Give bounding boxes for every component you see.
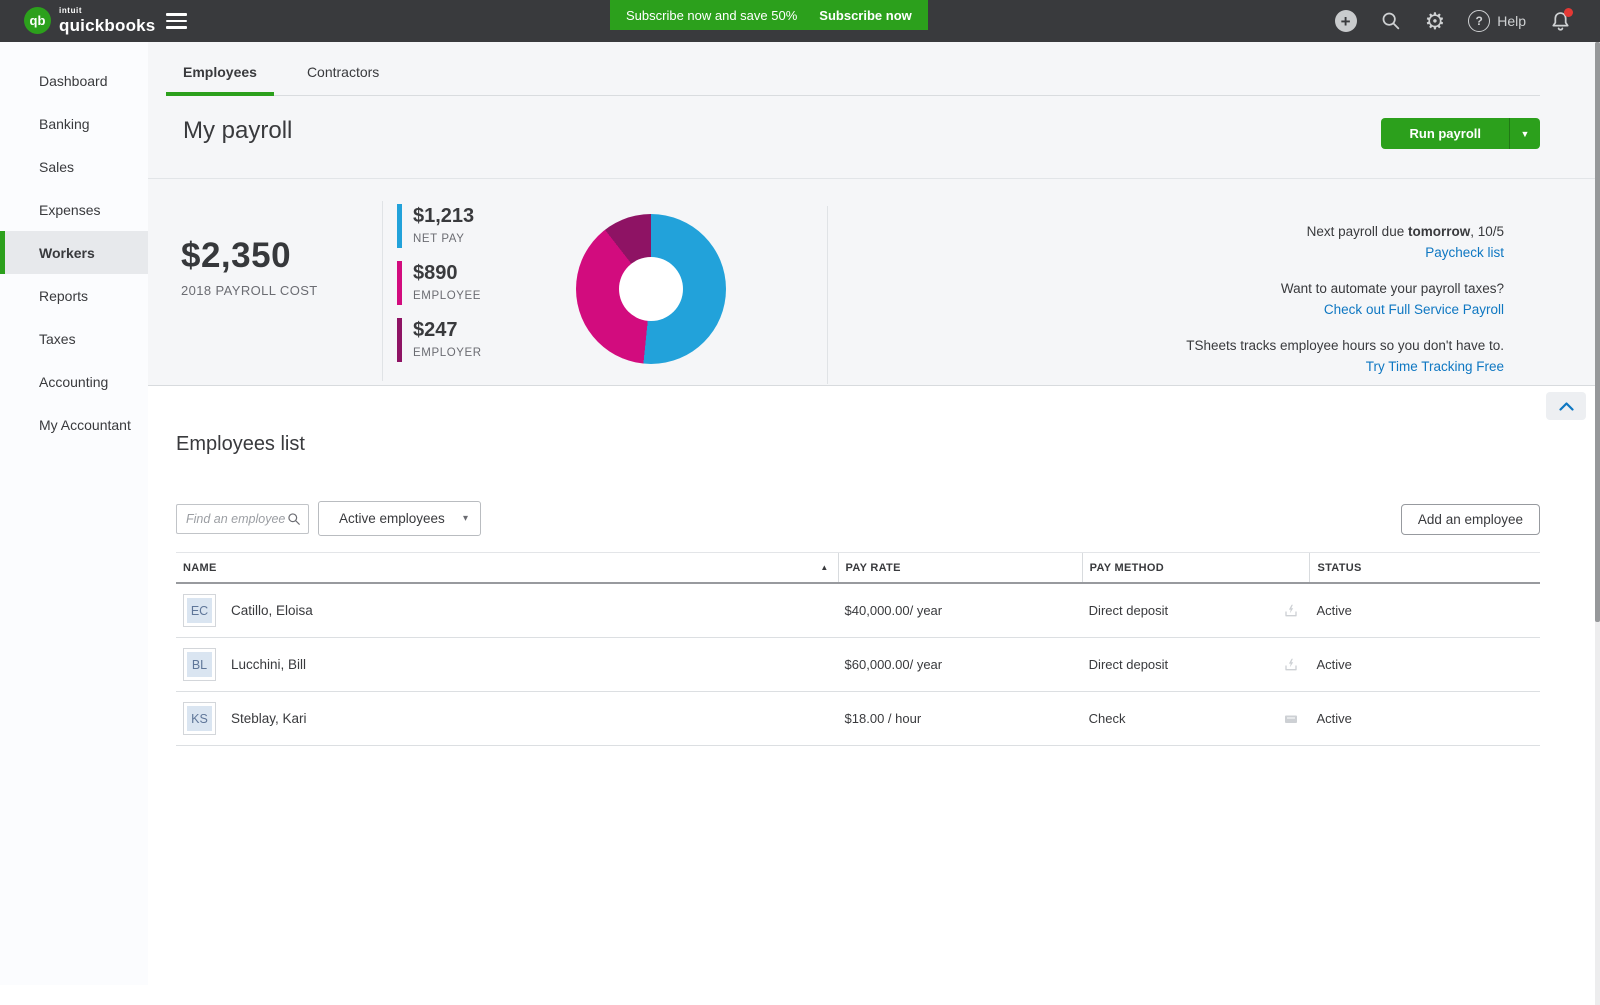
chevron-up-icon	[1559, 402, 1574, 411]
search-icon	[287, 512, 301, 526]
main-content: Employees Contractors My payroll Run payr…	[148, 42, 1600, 1005]
collapse-panel-button[interactable]	[1546, 392, 1586, 420]
pay-rate: $60,000.00/ year	[838, 657, 1082, 672]
help-button[interactable]: ? Help	[1468, 10, 1526, 32]
payroll-legend: $1,213 NET PAY $890 EMPLOYEE $247 EMPLOY…	[397, 204, 482, 375]
notice-link[interactable]: Try Time Tracking Free	[1186, 356, 1504, 377]
qb-logo-icon: qb	[24, 7, 51, 34]
sidebar-item-taxes[interactable]: Taxes	[0, 317, 148, 360]
sort-asc-icon[interactable]: ▲	[820, 563, 828, 572]
run-payroll-button[interactable]: Run payroll ▼	[1381, 118, 1540, 149]
column-header-name[interactable]: NAME ▲	[176, 553, 838, 582]
sidebar-item-accounting[interactable]: Accounting	[0, 360, 148, 403]
payroll-donut-chart	[576, 214, 726, 364]
payroll-summary: $2,350 2018 PAYROLL COST $1,213 NET PAY …	[148, 179, 1600, 385]
hamburger-menu-icon[interactable]	[166, 13, 187, 29]
payroll-total-amount: $2,350	[181, 236, 318, 276]
notice-link[interactable]: Paycheck list	[1186, 242, 1504, 263]
tab-employees[interactable]: Employees	[166, 64, 274, 95]
notice: TSheets tracks employee hours so you don…	[1186, 335, 1504, 377]
workers-tabs: Employees Contractors	[166, 42, 1540, 96]
quickbooks-wordmark: quickbooks	[59, 17, 155, 34]
notification-dot	[1564, 8, 1573, 17]
page-title: My payroll	[183, 117, 292, 145]
direct-deposit-icon	[1283, 657, 1299, 673]
summary-divider-right	[827, 206, 828, 384]
employee-name[interactable]: Catillo, Eloisa	[231, 603, 313, 618]
pay-rate: $18.00 / hour	[838, 711, 1082, 726]
direct-deposit-icon	[1283, 603, 1299, 619]
avatar: BL	[183, 648, 216, 681]
pay-rate: $40,000.00/ year	[838, 603, 1082, 618]
pay-method: Direct deposit	[1082, 603, 1310, 618]
subscribe-banner-text: Subscribe now and save 50%	[626, 8, 797, 23]
status-value: Active	[1309, 711, 1540, 726]
notice-link[interactable]: Check out Full Service Payroll	[1186, 299, 1504, 320]
sidebar-item-banking[interactable]: Banking	[0, 102, 148, 145]
check-icon	[1283, 711, 1299, 727]
avatar: KS	[183, 702, 216, 735]
employees-list-section: Employees list Active employees ▾ Add an…	[148, 385, 1600, 1005]
intuit-wordmark: intuit	[59, 7, 155, 15]
sidebar-item-workers[interactable]: Workers	[0, 231, 148, 274]
subscribe-now-button[interactable]: Subscribe now	[819, 8, 911, 23]
pay-method: Direct deposit	[1082, 657, 1310, 672]
tab-contractors[interactable]: Contractors	[290, 64, 396, 95]
employee-name[interactable]: Steblay, Kari	[231, 711, 307, 726]
table-header: NAME ▲ PAY RATE PAY METHOD STATUS	[176, 552, 1540, 584]
sidebar-item-reports[interactable]: Reports	[0, 274, 148, 317]
notice: Next payroll due tomorrow, 10/5 Paycheck…	[1186, 221, 1504, 263]
employee-name[interactable]: Lucchini, Bill	[231, 657, 306, 672]
legend-item: $247 EMPLOYER	[397, 318, 482, 362]
sidebar-item-my-accountant[interactable]: My Accountant	[0, 403, 148, 446]
column-header-pay-rate[interactable]: PAY RATE	[838, 553, 1082, 582]
run-payroll-dropdown-icon[interactable]: ▼	[1509, 118, 1540, 149]
summary-divider-left	[382, 201, 383, 381]
avatar: EC	[183, 594, 216, 627]
table-row[interactable]: EC Catillo, Eloisa $40,000.00/ year Dire…	[176, 584, 1540, 638]
payroll-total-label: 2018 PAYROLL COST	[181, 283, 318, 298]
status-value: Active	[1309, 603, 1540, 618]
donut-hole	[619, 257, 683, 321]
legend-item: $890 EMPLOYEE	[397, 261, 482, 305]
page-header: My payroll Run payroll ▼	[148, 96, 1600, 178]
sidebar-item-dashboard[interactable]: Dashboard	[0, 59, 148, 102]
employees-list-title: Employees list	[176, 433, 305, 456]
help-question-icon: ?	[1468, 10, 1490, 32]
table-row[interactable]: BL Lucchini, Bill $60,000.00/ year Direc…	[176, 638, 1540, 692]
notifications-bell-icon[interactable]	[1549, 10, 1572, 33]
employees-table: NAME ▲ PAY RATE PAY METHOD STATUS EC Cat…	[176, 552, 1540, 746]
payroll-total: $2,350 2018 PAYROLL COST	[181, 236, 318, 298]
status-value: Active	[1309, 657, 1540, 672]
notice: Want to automate your payroll taxes? Che…	[1186, 278, 1504, 320]
payroll-notices: Next payroll due tomorrow, 10/5 Paycheck…	[1186, 221, 1504, 392]
column-header-status[interactable]: STATUS	[1309, 553, 1540, 582]
create-plus-icon[interactable]: +	[1335, 10, 1357, 32]
sidebar-item-sales[interactable]: Sales	[0, 145, 148, 188]
pay-method: Check	[1082, 711, 1310, 726]
employee-filter-dropdown[interactable]: Active employees ▾	[318, 501, 481, 536]
legend-item: $1,213 NET PAY	[397, 204, 482, 248]
add-employee-button[interactable]: Add an employee	[1401, 504, 1540, 535]
employee-search	[176, 504, 309, 534]
sidebar-item-expenses[interactable]: Expenses	[0, 188, 148, 231]
table-row[interactable]: KS Steblay, Kari $18.00 / hour Check Act…	[176, 692, 1540, 746]
quickbooks-logo[interactable]: qb intuit quickbooks	[24, 7, 155, 34]
employee-search-input[interactable]	[177, 512, 287, 526]
search-icon[interactable]	[1380, 10, 1402, 32]
sidebar-nav: DashboardBankingSalesExpensesWorkersRepo…	[0, 42, 148, 985]
gear-icon[interactable]: ⚙	[1425, 10, 1446, 33]
column-header-pay-method[interactable]: PAY METHOD	[1082, 553, 1310, 582]
topbar: qb intuit quickbooks Subscribe now and s…	[0, 0, 1600, 42]
chevron-down-icon: ▾	[463, 513, 468, 524]
scrollbar-thumb[interactable]	[1595, 42, 1600, 622]
table-body: EC Catillo, Eloisa $40,000.00/ year Dire…	[176, 584, 1540, 746]
subscribe-banner: Subscribe now and save 50% Subscribe now	[610, 0, 928, 30]
